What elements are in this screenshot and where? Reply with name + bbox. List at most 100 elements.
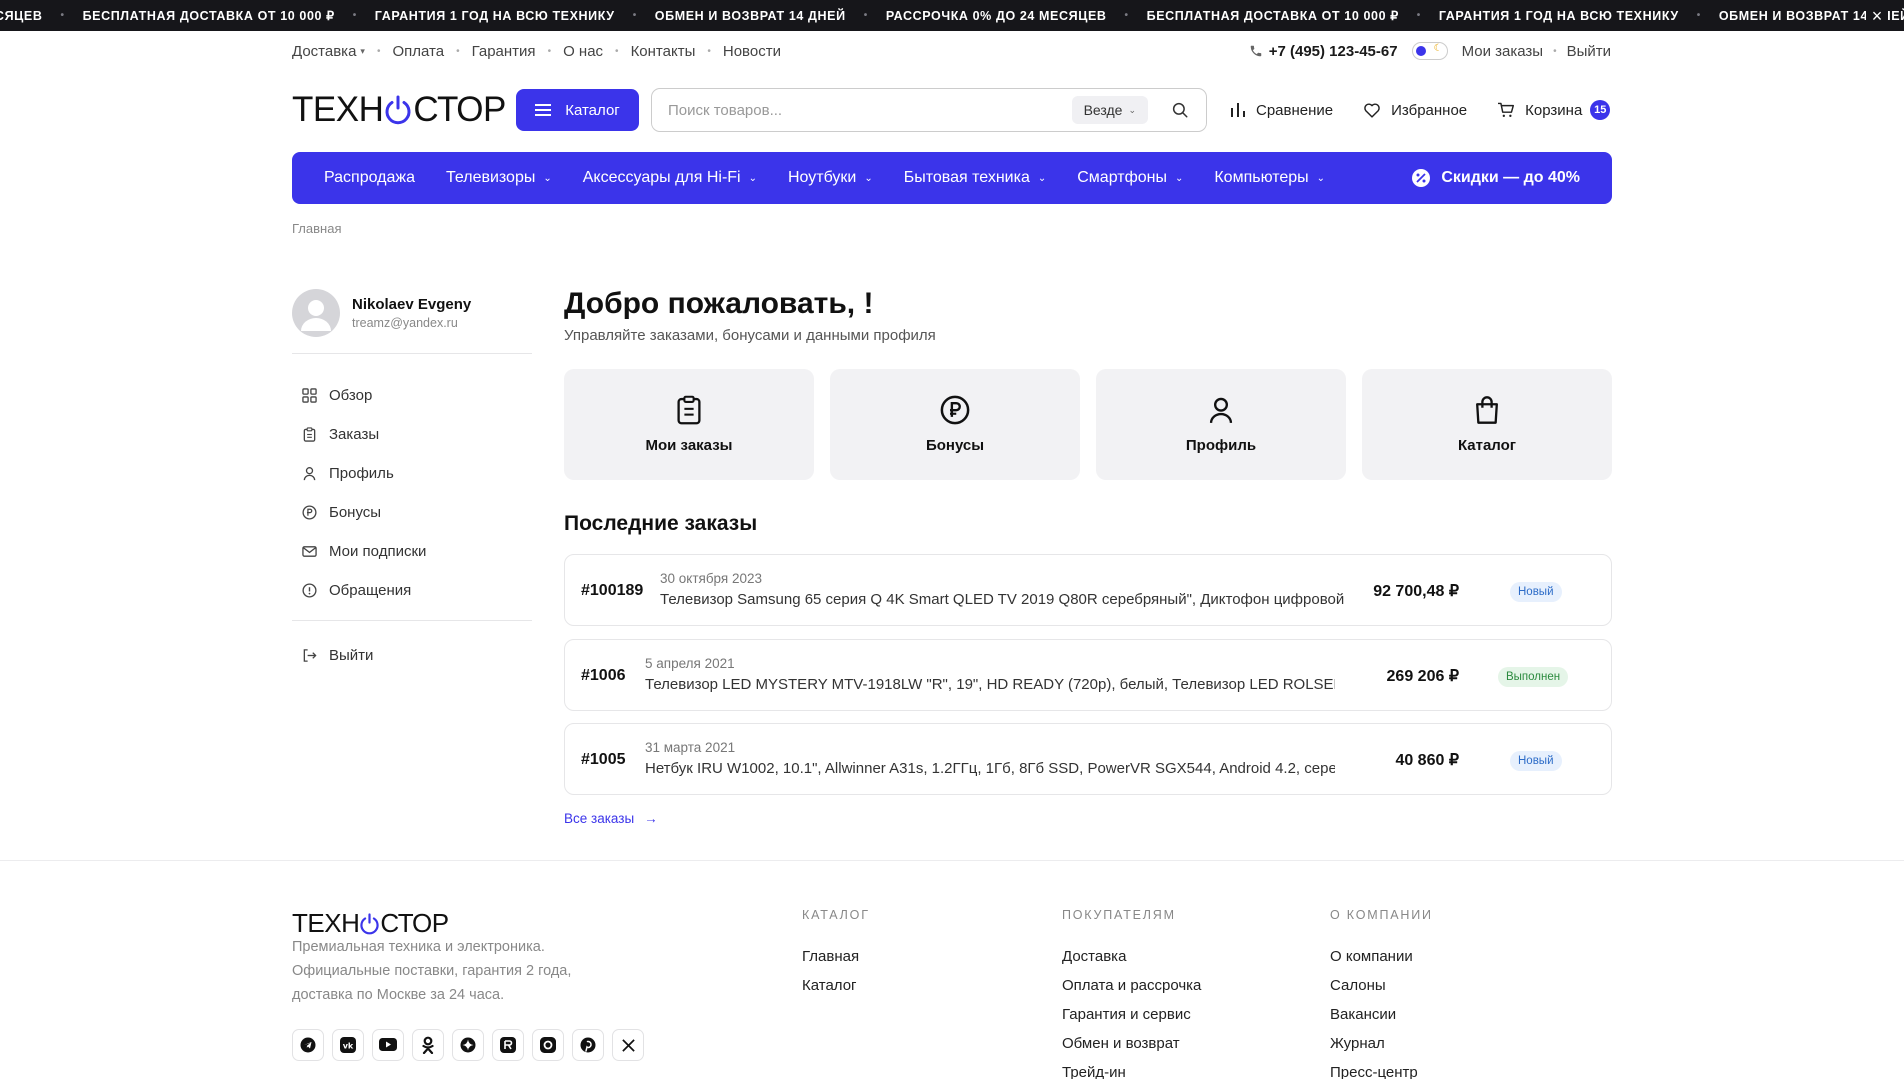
social-pinterest[interactable] — [572, 1029, 604, 1061]
social-dzen[interactable] — [452, 1029, 484, 1061]
all-orders-link[interactable]: Все заказы → — [564, 811, 658, 826]
ticker-track: ЕСЯЦЕВ БЕСПЛАТНАЯ ДОСТАВКА ОТ 10 000 ₽ Г… — [0, 0, 1904, 31]
footer-link[interactable]: Салоны — [1330, 971, 1433, 1000]
my-orders-link[interactable]: Мои заказы — [1462, 43, 1544, 60]
order-row[interactable]: #1006 5 апреля 2021 Телевизор LED MYSTER… — [564, 638, 1612, 711]
theme-toggle[interactable]: ☾ — [1411, 42, 1448, 60]
search-submit[interactable] — [1166, 101, 1194, 119]
compare-link[interactable]: Сравнение — [1230, 102, 1333, 119]
favorites-link[interactable]: Избранное — [1363, 102, 1467, 119]
sidebar-item-label: Заказы — [329, 426, 380, 443]
footer-link[interactable]: Пресс-центр — [1330, 1058, 1433, 1079]
scope-label: Везде — [1083, 102, 1123, 118]
sidebar-item-bonuses[interactable]: Бонусы — [302, 493, 532, 532]
grid-icon — [302, 388, 317, 403]
nav-item-smartphones[interactable]: Смартфоны ⌄ — [1077, 169, 1183, 187]
ticker-item: РАССРОЧКА 0% ДО 24 МЕСЯЦЕВ — [886, 9, 1147, 23]
nav-item-appliances[interactable]: Бытовая техника ⌄ — [904, 169, 1046, 187]
footer-col-title: О КОМПАНИИ — [1330, 908, 1433, 922]
chevron-down-icon: ⌄ — [864, 172, 873, 184]
chevron-down-icon: ⌄ — [1037, 172, 1047, 184]
sidebar-item-overview[interactable]: Обзор — [302, 376, 532, 415]
social-telegram[interactable] — [292, 1029, 324, 1061]
catalog-button[interactable]: Каталог — [516, 89, 639, 131]
cart-link[interactable]: Корзина 15 — [1497, 100, 1611, 120]
phone-link[interactable]: +7 (495) 123-45-67 — [1249, 43, 1398, 60]
social-x[interactable] — [612, 1029, 644, 1061]
footer-link[interactable]: Гарантия и сервис — [1062, 1000, 1201, 1029]
toplink-contacts[interactable]: Контакты — [631, 43, 696, 60]
footer-link[interactable]: Каталог — [802, 971, 870, 1000]
search-input[interactable] — [668, 101, 1072, 119]
separator-dot: • — [547, 45, 552, 57]
quick-tiles: Мои заказы Бонусы Профиль Каталог — [564, 369, 1612, 480]
footer-link[interactable]: Доставка — [1062, 942, 1201, 971]
sidebar-logout[interactable]: Выйти — [302, 636, 373, 675]
social-youtube[interactable] — [372, 1029, 404, 1061]
order-description: Телевизор LED MYSTERY MTV-1918LW "R", 19… — [645, 675, 1335, 693]
social-rutube[interactable] — [492, 1029, 524, 1061]
top-links: Доставка ▾ • Оплата • Гарантия • О нас • … — [292, 40, 781, 62]
toplink-delivery[interactable]: Доставка ▾ — [292, 43, 365, 60]
search-scope-select[interactable]: Везде ⌄ — [1071, 96, 1148, 124]
ticker-close-icon[interactable]: × — [1866, 5, 1888, 27]
footer-link[interactable]: Вакансии — [1330, 1000, 1433, 1029]
ticker-item: ГАРАНТИЯ 1 ГОД НА ВСЮ ТЕХНИКУ — [375, 9, 655, 23]
nav-promo-discounts[interactable]: Скидки — до 40% — [1411, 152, 1580, 204]
tile-catalog[interactable]: Каталог — [1362, 369, 1612, 480]
footer-link[interactable]: Главная — [802, 942, 870, 971]
footer-link[interactable]: Журнал — [1330, 1029, 1433, 1058]
vk-icon: vk — [340, 1037, 356, 1053]
sidebar-item-label: Профиль — [329, 465, 394, 482]
sidebar-item-label: Обзор — [329, 387, 373, 404]
footer-link[interactable]: Оплата и рассрочка — [1062, 971, 1201, 1000]
category-nav: Распродажа Телевизоры ⌄ Аксессуары для Hi… — [292, 152, 1612, 204]
toplink-label: Доставка — [292, 42, 357, 60]
sidebar-logout-label: Выйти — [329, 647, 374, 664]
order-sum: 40 860 ₽ — [1395, 752, 1459, 769]
footer-link[interactable]: О компании — [1330, 942, 1433, 971]
social-max[interactable] — [532, 1029, 564, 1061]
footer-link[interactable]: Обмен и возврат — [1062, 1029, 1201, 1058]
nav-item-hifi[interactable]: Аксессуары для Hi-Fi ⌄ — [583, 169, 757, 187]
logout-icon — [303, 649, 317, 662]
info-circle-icon — [302, 583, 317, 598]
nav-item-tv[interactable]: Телевизоры ⌄ — [446, 169, 552, 187]
toplink-warranty[interactable]: Гарантия — [472, 43, 536, 60]
order-row[interactable]: #1005 31 марта 2021 Нетбук IRU W1002, 10… — [564, 723, 1612, 795]
search-icon — [1172, 102, 1188, 118]
user-info: Nikolaev Evgeny treamz@yandex.ru — [352, 296, 471, 330]
social-vk[interactable]: vk — [332, 1029, 364, 1061]
status-badge: Новый — [1510, 582, 1562, 602]
footer-col-title: ПОКУПАТЕЛЯМ — [1062, 908, 1176, 922]
logo[interactable]: ТЕХН СТОР — [292, 90, 506, 130]
x-icon — [621, 1038, 635, 1052]
compare-label: Сравнение — [1256, 101, 1334, 119]
sidebar-item-subscriptions[interactable]: Мои подписки — [302, 532, 532, 571]
tile-bonuses[interactable]: Бонусы — [830, 369, 1080, 480]
nav-label: Смартфоны — [1077, 169, 1167, 186]
social-odnoklassniki[interactable] — [412, 1029, 444, 1061]
breadcrumb[interactable]: Главная — [292, 221, 341, 236]
nav-item-computers[interactable]: Компьютеры ⌄ — [1214, 169, 1325, 187]
sidebar-item-support[interactable]: Обращения — [302, 571, 532, 610]
order-row[interactable]: #100189 30 октября 2023 Телевизор Samsun… — [564, 554, 1612, 626]
sidebar-item-label: Мои подписки — [329, 543, 427, 560]
toplink-news[interactable]: Новости — [723, 43, 781, 60]
order-sum: 269 206 ₽ — [1386, 667, 1459, 685]
toplink-payment[interactable]: Оплата — [392, 43, 444, 60]
tile-profile[interactable]: Профиль — [1096, 369, 1346, 480]
heart-icon — [1364, 103, 1380, 118]
nav-item-laptops[interactable]: Ноутбуки ⌄ — [788, 169, 873, 187]
nav-item-sale[interactable]: Распродажа — [324, 169, 415, 187]
user-icon — [303, 467, 316, 481]
sidebar-item-orders[interactable]: Заказы — [302, 415, 532, 454]
logout-link[interactable]: Выйти — [1567, 43, 1611, 60]
sidebar-item-profile[interactable]: Профиль — [302, 454, 532, 493]
toplink-about[interactable]: О нас — [563, 43, 603, 60]
tile-my-orders[interactable]: Мои заказы — [564, 369, 814, 480]
chevron-down-icon: ⌄ — [1128, 104, 1136, 115]
clipboard-icon — [303, 427, 316, 442]
footer-link[interactable]: Трейд-ин — [1062, 1058, 1201, 1079]
ticker-item: БЕСПЛАТНАЯ ДОСТАВКА ОТ 10 000 ₽ — [1147, 8, 1439, 23]
